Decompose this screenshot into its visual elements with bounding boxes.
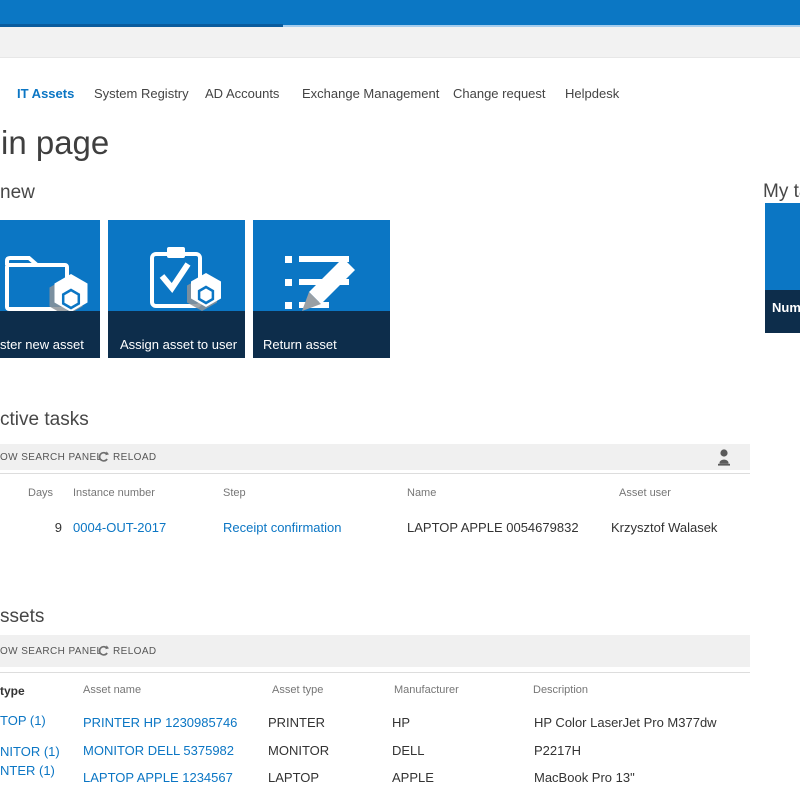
facet-item-monitor[interactable]: NITOR (1) bbox=[0, 744, 60, 759]
tile-label: Return asset bbox=[263, 337, 337, 352]
cell-name: LAPTOP APPLE 0054679832 bbox=[407, 520, 579, 535]
col-header-instance-number: Instance number bbox=[73, 487, 155, 499]
table-top-border bbox=[0, 473, 750, 474]
tile-label: Assign asset to user bbox=[120, 337, 237, 352]
cell-asset-user: Krzysztof Walasek bbox=[611, 520, 717, 535]
cell-asset-type: LAPTOP bbox=[268, 770, 319, 785]
assets-toolbar: OW SEARCH PANEL RELOAD bbox=[0, 635, 750, 667]
tile-register-new-asset[interactable]: ster new asset bbox=[0, 220, 100, 358]
col-header-step: Step bbox=[223, 487, 246, 499]
asset-name-link[interactable]: LAPTOP APPLE 1234567 bbox=[83, 770, 233, 785]
cell-asset-type: PRINTER bbox=[268, 715, 325, 730]
table-top-border bbox=[0, 672, 750, 673]
cell-manufacturer: APPLE bbox=[392, 770, 434, 785]
nav-item-exchange-management[interactable]: Exchange Management bbox=[302, 86, 439, 101]
my-tasks-heading: My ta bbox=[763, 181, 800, 203]
active-tasks-toolbar: OW SEARCH PANEL RELOAD bbox=[0, 444, 750, 470]
reload-button[interactable]: RELOAD bbox=[113, 646, 157, 657]
tile-caption-band: Assign asset to user bbox=[108, 311, 245, 358]
col-header-asset-type: Asset type bbox=[272, 684, 323, 696]
reload-button[interactable]: RELOAD bbox=[113, 452, 157, 463]
step-link[interactable]: Receipt confirmation bbox=[223, 520, 342, 535]
list-pencil-icon bbox=[285, 254, 363, 318]
cell-days: 9 bbox=[40, 520, 62, 535]
tile-caption-band: ster new asset bbox=[0, 311, 100, 358]
cell-description: MacBook Pro 13" bbox=[534, 770, 635, 785]
nav-item-change-request[interactable]: Change request bbox=[453, 86, 546, 101]
facet-item-laptop[interactable]: TOP (1) bbox=[0, 713, 46, 728]
assets-heading: ssets bbox=[0, 606, 44, 628]
nav-item-ad-accounts[interactable]: AD Accounts bbox=[205, 86, 279, 101]
page-title: in page bbox=[1, 124, 109, 162]
tile-return-asset[interactable]: Return asset bbox=[253, 220, 390, 358]
cell-description: HP Color LaserJet Pro M377dw bbox=[534, 715, 717, 730]
instance-number-link[interactable]: 0004-OUT-2017 bbox=[73, 520, 166, 535]
asset-name-link[interactable]: PRINTER HP 1230985746 bbox=[83, 715, 237, 730]
col-header-asset-name: Asset name bbox=[83, 684, 141, 696]
user-icon[interactable] bbox=[716, 449, 732, 466]
tile-my-tasks[interactable]: Numb bbox=[765, 203, 800, 333]
nav-item-it-assets[interactable]: IT Assets bbox=[17, 86, 74, 101]
col-header-name: Name bbox=[407, 487, 436, 499]
cell-manufacturer: HP bbox=[392, 715, 410, 730]
cell-description: P2217H bbox=[534, 743, 581, 758]
active-tasks-heading: ctive tasks bbox=[0, 409, 89, 431]
tile-label: Numb bbox=[772, 300, 800, 315]
asset-name-link[interactable]: MONITOR DELL 5375982 bbox=[83, 743, 234, 758]
suite-bar bbox=[0, 0, 800, 27]
tile-caption-band: Numb bbox=[765, 290, 800, 333]
nav-item-system-registry[interactable]: System Registry bbox=[94, 86, 189, 101]
show-search-panel-button[interactable]: OW SEARCH PANEL bbox=[0, 646, 103, 657]
ribbon-band bbox=[0, 27, 800, 58]
col-header-manufacturer: Manufacturer bbox=[394, 684, 459, 696]
nav-item-helpdesk[interactable]: Helpdesk bbox=[565, 86, 619, 101]
col-header-days: Days bbox=[28, 487, 53, 499]
cell-asset-type: MONITOR bbox=[268, 743, 329, 758]
cell-manufacturer: DELL bbox=[392, 743, 425, 758]
facet-header-asset-type: type bbox=[0, 684, 25, 698]
facet-item-printer[interactable]: NTER (1) bbox=[0, 763, 55, 778]
reload-icon[interactable] bbox=[97, 451, 109, 463]
create-new-heading: new bbox=[0, 182, 35, 204]
tile-label: ster new asset bbox=[0, 337, 84, 352]
col-header-asset-user: Asset user bbox=[619, 487, 671, 499]
show-search-panel-button[interactable]: OW SEARCH PANEL bbox=[0, 452, 103, 463]
clipboard-check-asset-icon bbox=[150, 246, 226, 312]
folder-asset-icon bbox=[3, 253, 95, 317]
tile-caption-band: Return asset bbox=[253, 311, 390, 358]
col-header-description: Description bbox=[533, 684, 588, 696]
reload-icon[interactable] bbox=[97, 645, 109, 657]
tile-assign-asset-to-user[interactable]: Assign asset to user bbox=[108, 220, 245, 358]
